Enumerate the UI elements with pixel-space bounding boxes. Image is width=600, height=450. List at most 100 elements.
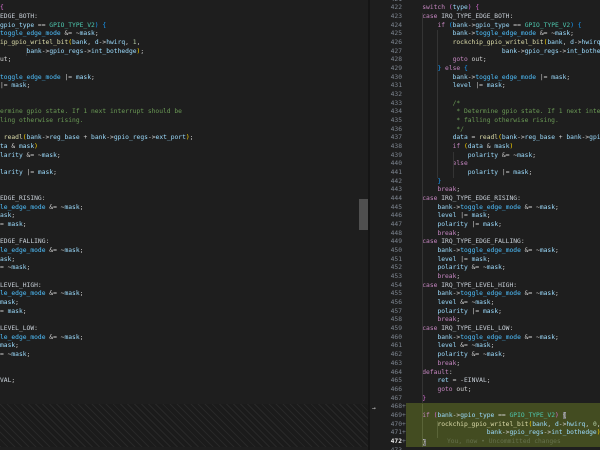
line-number[interactable]: 432 <box>370 91 402 100</box>
modified-code-line[interactable]: polarity &= ~mask; <box>406 351 600 360</box>
line-number[interactable]: 430 <box>370 74 402 83</box>
modified-code-line[interactable] <box>406 447 600 450</box>
original-code-line[interactable]: = mask; <box>0 221 368 230</box>
original-code-line[interactable]: ta & mask) <box>0 143 368 152</box>
modified-code-line[interactable]: goto out; <box>406 386 600 395</box>
modified-code-line[interactable]: bank->toggle_edge_mode &= ~mask; <box>406 290 600 299</box>
line-number[interactable]: 450 <box>370 247 402 256</box>
line-number[interactable]: 446 <box>370 212 402 221</box>
line-number[interactable]: 429 <box>370 65 402 74</box>
modified-code-line[interactable]: bank->toggle_edge_mode &= ~mask; <box>406 30 600 39</box>
added-code-line[interactable]: bank->gpio_regs->int_bothedge); <box>406 429 600 438</box>
modified-code-line[interactable]: bank->toggle_edge_mode |= mask; <box>406 74 600 83</box>
line-number[interactable]: 433 <box>370 100 402 109</box>
modified-code-line[interactable]: */ <box>406 126 600 135</box>
original-code-line[interactable]: ask; <box>0 212 368 221</box>
modified-code-line[interactable]: level |= mask; <box>406 256 600 265</box>
modified-code-line[interactable]: polarity |= mask; <box>406 221 600 230</box>
line-number[interactable]: 466 <box>370 386 402 395</box>
line-number[interactable]: 457 <box>370 308 402 317</box>
original-editor-pane[interactable]: {EDGE_BOTH:gpio_type == GPIO_TYPE_V2) {t… <box>0 0 368 450</box>
original-code-line[interactable]: toggle_edge_mode &= ~mask; <box>0 30 368 39</box>
line-number[interactable]: 435 <box>370 117 402 126</box>
line-number[interactable]: 462 <box>370 351 402 360</box>
line-number[interactable]: 425 <box>370 30 402 39</box>
line-number[interactable]: 422 <box>370 4 402 13</box>
modified-code-line[interactable]: break; <box>406 316 600 325</box>
line-number[interactable]: 469 <box>370 412 402 421</box>
original-code-line[interactable]: toggle_edge_mode |= mask; <box>0 74 368 83</box>
line-number[interactable]: 456 <box>370 299 402 308</box>
left-scrollbar[interactable] <box>358 0 368 450</box>
modified-code-line[interactable]: polarity &= ~mask; <box>406 152 600 161</box>
original-code-line[interactable] <box>0 65 368 74</box>
original-code-line[interactable]: ut; <box>0 56 368 65</box>
line-number[interactable]: 436 <box>370 126 402 135</box>
original-code-line[interactable]: larity &= ~mask; <box>0 152 368 161</box>
modified-code-line[interactable]: ret = -EINVAL; <box>406 377 600 386</box>
original-code-line[interactable] <box>0 386 368 395</box>
modified-code-line[interactable]: break; <box>406 230 600 239</box>
modified-code-line[interactable]: break; <box>406 360 600 369</box>
original-code-line[interactable] <box>0 273 368 282</box>
original-code-line[interactable] <box>0 447 368 450</box>
original-code-line[interactable] <box>0 369 368 378</box>
line-number[interactable]: 467 <box>370 395 402 404</box>
line-number-gutter[interactable]: 4214224234244254264274284294304314324334… <box>370 0 407 450</box>
original-code-line[interactable]: readl(bank->reg_base + bank->gpio_regs->… <box>0 134 368 143</box>
line-number[interactable]: 472 <box>370 438 402 447</box>
original-code-line[interactable]: bank->gpio_regs->int_bothedge); <box>0 48 368 57</box>
original-code-line[interactable]: mask; <box>0 299 368 308</box>
line-number[interactable]: 463 <box>370 360 402 369</box>
original-code-line[interactable]: EDGE_RISING: <box>0 195 368 204</box>
line-number[interactable]: 447 <box>370 221 402 230</box>
line-number[interactable]: 458 <box>370 316 402 325</box>
line-number[interactable]: 452 <box>370 264 402 273</box>
original-code-line[interactable]: = ~mask; <box>0 351 368 360</box>
modified-code-line[interactable]: level &= ~mask; <box>406 299 600 308</box>
modified-code-line[interactable]: default: <box>406 369 600 378</box>
original-code-line[interactable]: = ~mask; <box>0 264 368 273</box>
line-number[interactable]: 455 <box>370 290 402 299</box>
modified-code-line[interactable]: if (data & mask) <box>406 143 600 152</box>
original-code-line[interactable] <box>0 186 368 195</box>
modified-code-line[interactable]: level &= ~mask; <box>406 342 600 351</box>
modified-code-line[interactable]: polarity &= ~mask; <box>406 264 600 273</box>
line-number[interactable]: 454 <box>370 282 402 291</box>
line-number[interactable]: 453 <box>370 273 402 282</box>
modified-code-line[interactable]: * falling otherwise rising. <box>406 117 600 126</box>
original-code-line[interactable] <box>0 126 368 135</box>
original-code-line[interactable]: ip_gpio_writel_bit(bank, d->hwirq, 1, <box>0 39 368 48</box>
original-code-line[interactable]: larity |= mask; <box>0 169 368 178</box>
modified-code-line[interactable]: if (bank->gpio_type == GPIO_TYPE_V2) { <box>406 22 600 31</box>
line-number[interactable]: 440 <box>370 160 402 169</box>
modified-code-line[interactable]: } <box>406 178 600 187</box>
original-code-line[interactable]: le_edge_mode &= ~mask; <box>0 247 368 256</box>
original-code-line[interactable] <box>0 160 368 169</box>
modified-code-line[interactable]: level |= mask; <box>406 212 600 221</box>
original-code-line[interactable]: ermine gpio state. If 1 next interrupt s… <box>0 108 368 117</box>
line-number[interactable]: 460 <box>370 334 402 343</box>
line-number[interactable]: 441 <box>370 169 402 178</box>
modified-code-line[interactable]: case IRQ_TYPE_EDGE_FALLING: <box>406 238 600 247</box>
line-number[interactable]: 424 <box>370 22 402 31</box>
original-code-line[interactable]: EDGE_FALLING: <box>0 238 368 247</box>
line-number[interactable]: 443 <box>370 186 402 195</box>
original-code-line[interactable]: le_edge_mode &= ~mask; <box>0 204 368 213</box>
original-code-line[interactable] <box>0 316 368 325</box>
line-number[interactable]: 438 <box>370 143 402 152</box>
modified-code-line[interactable]: bank->toggle_edge_mode &= ~mask; <box>406 334 600 343</box>
added-code-line[interactable]: if (bank->gpio_type == GPIO_TYPE_V2) { <box>406 412 600 421</box>
line-number[interactable]: 459 <box>370 325 402 334</box>
line-number[interactable]: 431 <box>370 82 402 91</box>
modified-code-line[interactable]: rockchip_gpio_writel_bit(bank, d->hwirq,… <box>406 39 600 48</box>
line-number[interactable]: 426 <box>370 39 402 48</box>
line-number[interactable]: 451 <box>370 256 402 265</box>
original-code-line[interactable] <box>0 100 368 109</box>
modified-code-line[interactable]: switch (type) { <box>406 4 600 13</box>
line-number[interactable]: 439 <box>370 152 402 161</box>
original-code-line[interactable]: |= mask; <box>0 82 368 91</box>
modified-code-line[interactable]: bank->toggle_edge_mode &= ~mask; <box>406 247 600 256</box>
modified-code-line[interactable]: * Determine gpio state. If 1 next interr… <box>406 108 600 117</box>
modified-code-line[interactable]: case IRQ_TYPE_EDGE_BOTH: <box>406 13 600 22</box>
